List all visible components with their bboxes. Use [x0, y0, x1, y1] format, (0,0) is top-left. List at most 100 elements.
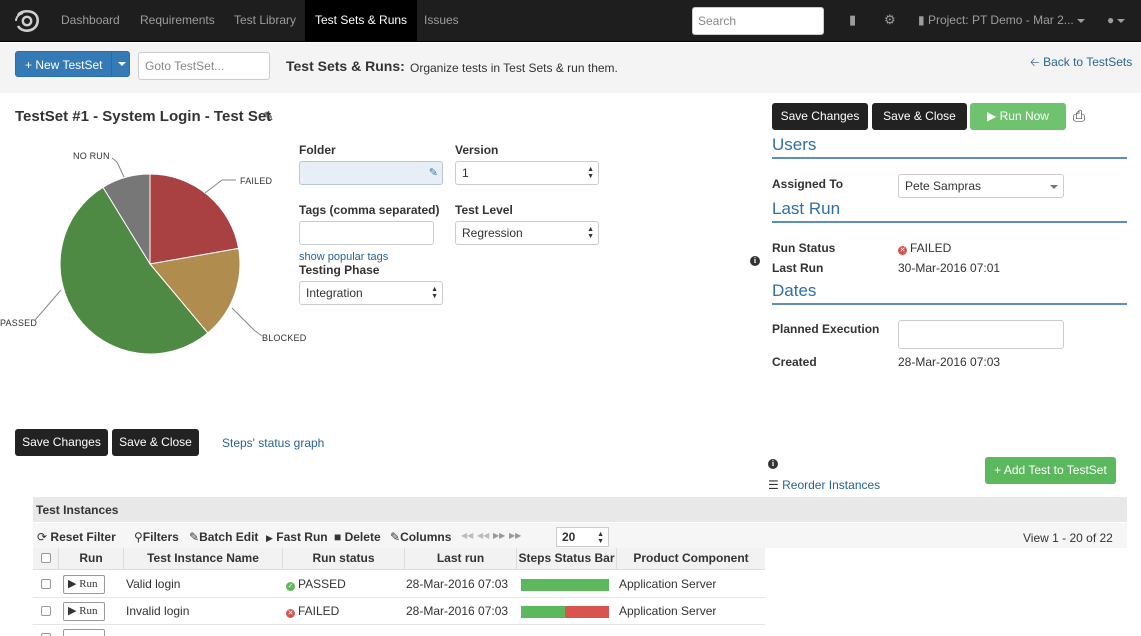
run-status-label: Run Status — [772, 241, 836, 255]
folder-field[interactable]: ✎ — [299, 161, 443, 185]
save-close-button-bottom[interactable]: Save & Close — [112, 429, 199, 456]
filters-label: Filters — [142, 530, 179, 544]
nav-test-library[interactable]: Test Library — [224, 0, 306, 42]
page-subheader: + New TestSet Test Sets & Runs: Organize… — [0, 43, 1141, 93]
play-icon: ▶ — [987, 109, 997, 123]
nav-issues[interactable]: Issues — [414, 0, 469, 42]
assigned-to-label: Assigned To — [772, 177, 844, 191]
edit-pencil-icon[interactable]: ✎ — [429, 166, 438, 179]
columns-button[interactable]: ✎Columns — [390, 530, 451, 544]
show-popular-tags-link[interactable]: show popular tags — [299, 251, 388, 263]
tags-input[interactable] — [299, 221, 434, 245]
view-count: View 1 - 20 of 22 — [1023, 531, 1113, 545]
select-all-checkbox[interactable] — [41, 553, 51, 563]
steps-status-bar-segment — [521, 606, 565, 618]
assigned-to-select[interactable]: Pete Sampras — [898, 174, 1064, 198]
users-heading: Users — [772, 135, 1127, 159]
search-icon: ⚲ — [134, 530, 143, 544]
col-run-status[interactable]: Run status — [283, 548, 405, 570]
row-checkbox[interactable] — [41, 606, 51, 616]
last-run-heading: Last Run — [772, 199, 1127, 223]
row-run-button[interactable]: ▶ Run — [63, 575, 105, 594]
reset-filter-label: Reset Filter — [50, 530, 116, 544]
row-run-label: Run — [79, 578, 98, 590]
chevron-down-icon — [1076, 18, 1085, 23]
edit-pencil-icon[interactable]: ✎ — [263, 109, 274, 125]
folder-icon: ▮ — [918, 13, 925, 27]
nav-test-sets-runs[interactable]: Test Sets & Runs — [305, 0, 418, 42]
app-logo-icon[interactable] — [14, 9, 40, 33]
goto-testset-input[interactable] — [138, 52, 270, 80]
page-size-select[interactable]: 20 ▲ ▼ — [556, 527, 609, 547]
filters-button[interactable]: ⚲Filters — [134, 530, 179, 544]
prev-page-icon[interactable]: ◀◀ — [477, 531, 489, 540]
gear-icon[interactable]: ⚙ — [884, 12, 896, 28]
planned-execution-label: Planned Execution — [772, 322, 880, 336]
info-icon[interactable]: i — [750, 256, 760, 266]
first-page-icon[interactable]: ◀◀ — [461, 531, 473, 540]
nav-requirements[interactable]: Requirements — [130, 0, 225, 42]
steps-status-bar-segment — [521, 579, 609, 591]
planned-execution-input[interactable] — [898, 320, 1064, 349]
testing-phase-label: Testing Phase — [299, 263, 380, 277]
new-testset-button[interactable]: + New TestSet — [15, 51, 130, 77]
col-test-instance-name[interactable]: Test Instance Name — [124, 548, 283, 570]
page-size-value: 20 — [562, 530, 576, 544]
steps-status-graph-link[interactable]: Steps' status graph — [222, 436, 324, 450]
nav-dashboard[interactable]: Dashboard — [51, 0, 130, 42]
fast-run-label: Fast Run — [276, 530, 328, 544]
row-checkbox[interactable] — [41, 579, 51, 589]
reorder-instances-link[interactable]: ☰ Reorder Instances — [768, 478, 880, 492]
project-dropdown[interactable]: ▮ Project: PT Demo - Mar 2... — [918, 0, 1085, 42]
last-page-icon[interactable]: ▶▶ — [509, 531, 521, 540]
col-steps-status-bar[interactable]: Steps Status Bar — [517, 548, 617, 570]
test-level-value: Regression — [462, 226, 523, 240]
failed-status-icon: ✕ — [898, 246, 907, 255]
info-icon[interactable]: i — [768, 459, 778, 469]
play-icon: ▶ — [68, 578, 77, 590]
testing-phase-select[interactable]: Integration ▲ ▼ — [299, 281, 443, 305]
col-last-run[interactable]: Last run — [405, 548, 517, 570]
save-changes-button-top[interactable]: Save Changes — [772, 103, 868, 130]
table-row[interactable]: ▶ Run Invalid login ✕ FAILED 28-Mar-2016 07:… — [33, 598, 765, 625]
table-row[interactable]: ▶ Run Valid login ✓ PASSED 28-Mar-2016 07:03… — [33, 571, 765, 598]
test-level-select[interactable]: Regression ▲ ▼ — [455, 221, 599, 245]
run-status-text: FAILED — [910, 241, 952, 255]
row-test-instance-name[interactable]: Valid login — [126, 571, 180, 598]
play-icon: ▶ — [266, 533, 273, 543]
new-testset-dropdown-toggle[interactable] — [115, 56, 126, 70]
version-value: 1 — [462, 166, 469, 180]
delete-button[interactable]: ■ Delete — [334, 530, 381, 544]
row-run-button[interactable]: ▶ Run — [63, 602, 105, 621]
row-run-status: ✓ PASSED — [286, 571, 346, 598]
user-menu[interactable]: ● — [1107, 0, 1126, 42]
reset-filter-button[interactable]: ⟳ Reset Filter — [37, 530, 116, 544]
updown-arrows-icon: ▲ ▼ — [587, 226, 594, 240]
run-now-button[interactable]: ▶ Run Now — [970, 103, 1066, 130]
last-run-label: Last Run — [772, 261, 824, 275]
created-label: Created — [772, 355, 817, 369]
grid-column-headers: Run Test Instance Name Run status Last r… — [33, 548, 765, 570]
add-test-to-testset-button[interactable]: + Add Test to TestSet — [985, 457, 1116, 484]
test-level-label: Test Level — [455, 203, 513, 217]
row-run-button[interactable] — [63, 629, 105, 636]
save-changes-button-bottom[interactable]: Save Changes — [15, 429, 108, 456]
col-run[interactable]: Run — [59, 548, 124, 570]
version-select[interactable]: 1 ▲ ▼ — [455, 161, 599, 185]
trash-icon: ■ — [334, 530, 342, 544]
fast-run-button[interactable]: ▶ Fast Run — [266, 530, 328, 544]
save-close-button-top[interactable]: Save & Close — [872, 103, 967, 130]
col-product-component[interactable]: Product Component — [617, 548, 765, 570]
back-to-testsets-link[interactable]: 🡠 Back to TestSets — [1030, 53, 1132, 74]
global-search-input[interactable] — [692, 7, 824, 35]
row-test-instance-name[interactable]: Invalid login — [126, 598, 189, 625]
table-row-partial[interactable] — [33, 625, 765, 636]
print-icon[interactable]: ⎙ — [1073, 108, 1085, 125]
leader-no-run — [111, 157, 125, 178]
batch-edit-button[interactable]: ✎Batch Edit — [189, 530, 258, 544]
row-last-run: 28-Mar-2016 07:03 — [406, 577, 509, 591]
next-page-icon[interactable]: ▶▶ — [493, 531, 505, 540]
book-icon[interactable]: ▮ — [849, 12, 856, 28]
row-run-status-text: FAILED — [298, 604, 340, 618]
chevron-down-icon — [118, 61, 126, 66]
